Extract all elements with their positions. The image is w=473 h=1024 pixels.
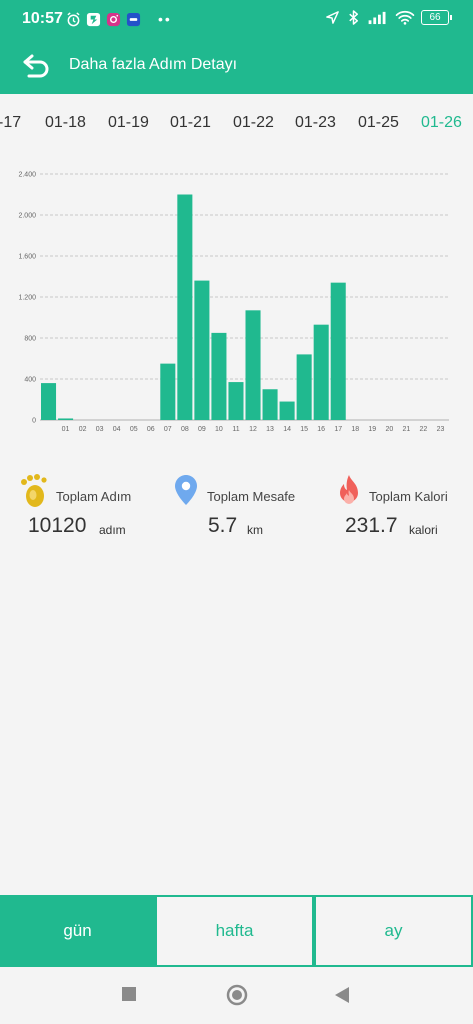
x-tick-label: 10: [215, 426, 223, 433]
bar: [330, 282, 346, 420]
bar: [177, 194, 193, 420]
location-pin-icon: [175, 475, 197, 505]
date-item[interactable]: 01-23: [295, 114, 336, 132]
date-item[interactable]: 01-18: [45, 114, 86, 132]
app-header: Daha fazla Adım Detayı: [0, 38, 473, 94]
bar: [296, 354, 312, 420]
x-tick-label: 12: [249, 426, 257, 433]
period-tabs: gün hafta ay: [0, 895, 473, 967]
y-tick-label: 2.000: [18, 213, 36, 220]
total-distance-label: Toplam Mesafe: [207, 489, 296, 504]
x-tick-label: 19: [368, 426, 376, 433]
bar: [245, 310, 261, 420]
alarm-icon: [67, 11, 80, 26]
date-item[interactable]: 01-25: [358, 114, 399, 132]
date-item[interactable]: 01-19: [108, 114, 149, 132]
stats-summary: Toplam Adım 10120 adım Toplam Mesafe 5.7…: [0, 470, 473, 550]
x-tick-label: 23: [437, 426, 445, 433]
flame-icon: [340, 475, 358, 504]
bluetooth-icon: [349, 10, 358, 25]
date-item-active[interactable]: 01-26: [421, 114, 462, 132]
status-icons-left: ••: [66, 11, 172, 27]
x-tick-label: 13: [266, 426, 274, 433]
x-tick-label: 11: [232, 426, 239, 433]
x-tick-label: 07: [164, 426, 172, 433]
x-tick-label: 04: [113, 426, 121, 433]
total-steps-label: Toplam Adım: [56, 489, 132, 504]
status-icons-right: 66: [325, 10, 452, 25]
x-tick-label: 18: [351, 426, 359, 433]
x-tick-label: 05: [130, 426, 138, 433]
x-tick-label: 14: [283, 426, 291, 433]
total-distance-value: 5.7: [208, 514, 238, 537]
x-tick-label: 02: [79, 426, 87, 433]
bar: [313, 324, 329, 420]
y-tick-label: 800: [24, 336, 36, 343]
signal-icon: [368, 11, 386, 25]
y-tick-label: 2.400: [18, 172, 36, 179]
recent-apps-icon[interactable]: [121, 986, 137, 1002]
tab-day[interactable]: gün: [0, 895, 155, 967]
instagram-icon: [106, 12, 121, 26]
total-calories-label: Toplam Kalori: [369, 489, 448, 504]
bar: [58, 418, 74, 420]
y-tick-label: 400: [24, 377, 36, 384]
back-arrow-icon[interactable]: [22, 52, 52, 80]
more-notifications-icon: ••: [158, 11, 172, 27]
x-tick-label: 06: [147, 426, 155, 433]
total-calories-unit: kalori: [409, 523, 438, 537]
x-tick-label: 15: [300, 426, 308, 433]
total-distance-unit: km: [247, 523, 263, 537]
x-tick-label: 17: [334, 426, 342, 433]
x-tick-label: 21: [402, 426, 410, 433]
x-tick-label: 16: [317, 426, 325, 433]
total-steps-value: 10120: [28, 514, 87, 537]
bar: [160, 363, 176, 420]
date-item[interactable]: -17: [0, 114, 21, 132]
battery-level: 66: [429, 12, 441, 23]
bar: [262, 389, 278, 420]
page-title: Daha fazla Adım Detayı: [69, 56, 238, 73]
x-tick-label: 01: [62, 426, 70, 433]
bar: [211, 332, 227, 420]
hourly-steps-chart: 0 400 800 1.200 1.600 2.000 2.400 01 02 03 04 05 06 0…: [0, 160, 473, 450]
system-nav-bar: [0, 967, 473, 1024]
date-item[interactable]: 01-21: [170, 114, 211, 132]
x-tick-label: 03: [96, 426, 104, 433]
x-tick-label: 09: [198, 426, 206, 433]
y-tick-label: 0: [32, 418, 36, 425]
bar: [228, 382, 244, 420]
status-bar: 10:57 •• 66: [0, 0, 473, 38]
bar-chart: 0 400 800 1.200 1.600 2.000 2.400 01 02 03 04 05 06 0…: [18, 172, 449, 433]
date-item[interactable]: 01-22: [233, 114, 274, 132]
y-tick-label: 1.200: [18, 295, 36, 302]
x-tick-label: 08: [181, 426, 189, 433]
bar: [194, 280, 210, 420]
total-steps-unit: adım: [99, 523, 126, 537]
app-icon: [86, 12, 101, 26]
app-icon: [126, 12, 141, 26]
bar: [279, 401, 295, 420]
footprint-icon: [21, 474, 47, 507]
total-calories-value: 231.7: [345, 514, 398, 537]
x-tick-label: 22: [420, 426, 428, 433]
y-tick-label: 1.600: [18, 254, 36, 261]
location-icon: [326, 11, 339, 24]
battery-icon: 66: [421, 10, 452, 25]
status-time: 10:57: [22, 10, 63, 27]
wifi-icon: [395, 10, 415, 25]
tab-month[interactable]: ay: [314, 895, 473, 967]
date-selector[interactable]: -17 01-18 01-19 01-21 01-22 01-23 01-25 …: [0, 94, 473, 154]
home-icon[interactable]: [226, 984, 248, 1006]
bar: [41, 383, 57, 420]
tab-week[interactable]: hafta: [155, 895, 314, 967]
x-tick-label: 20: [385, 426, 393, 433]
back-icon[interactable]: [334, 986, 350, 1004]
